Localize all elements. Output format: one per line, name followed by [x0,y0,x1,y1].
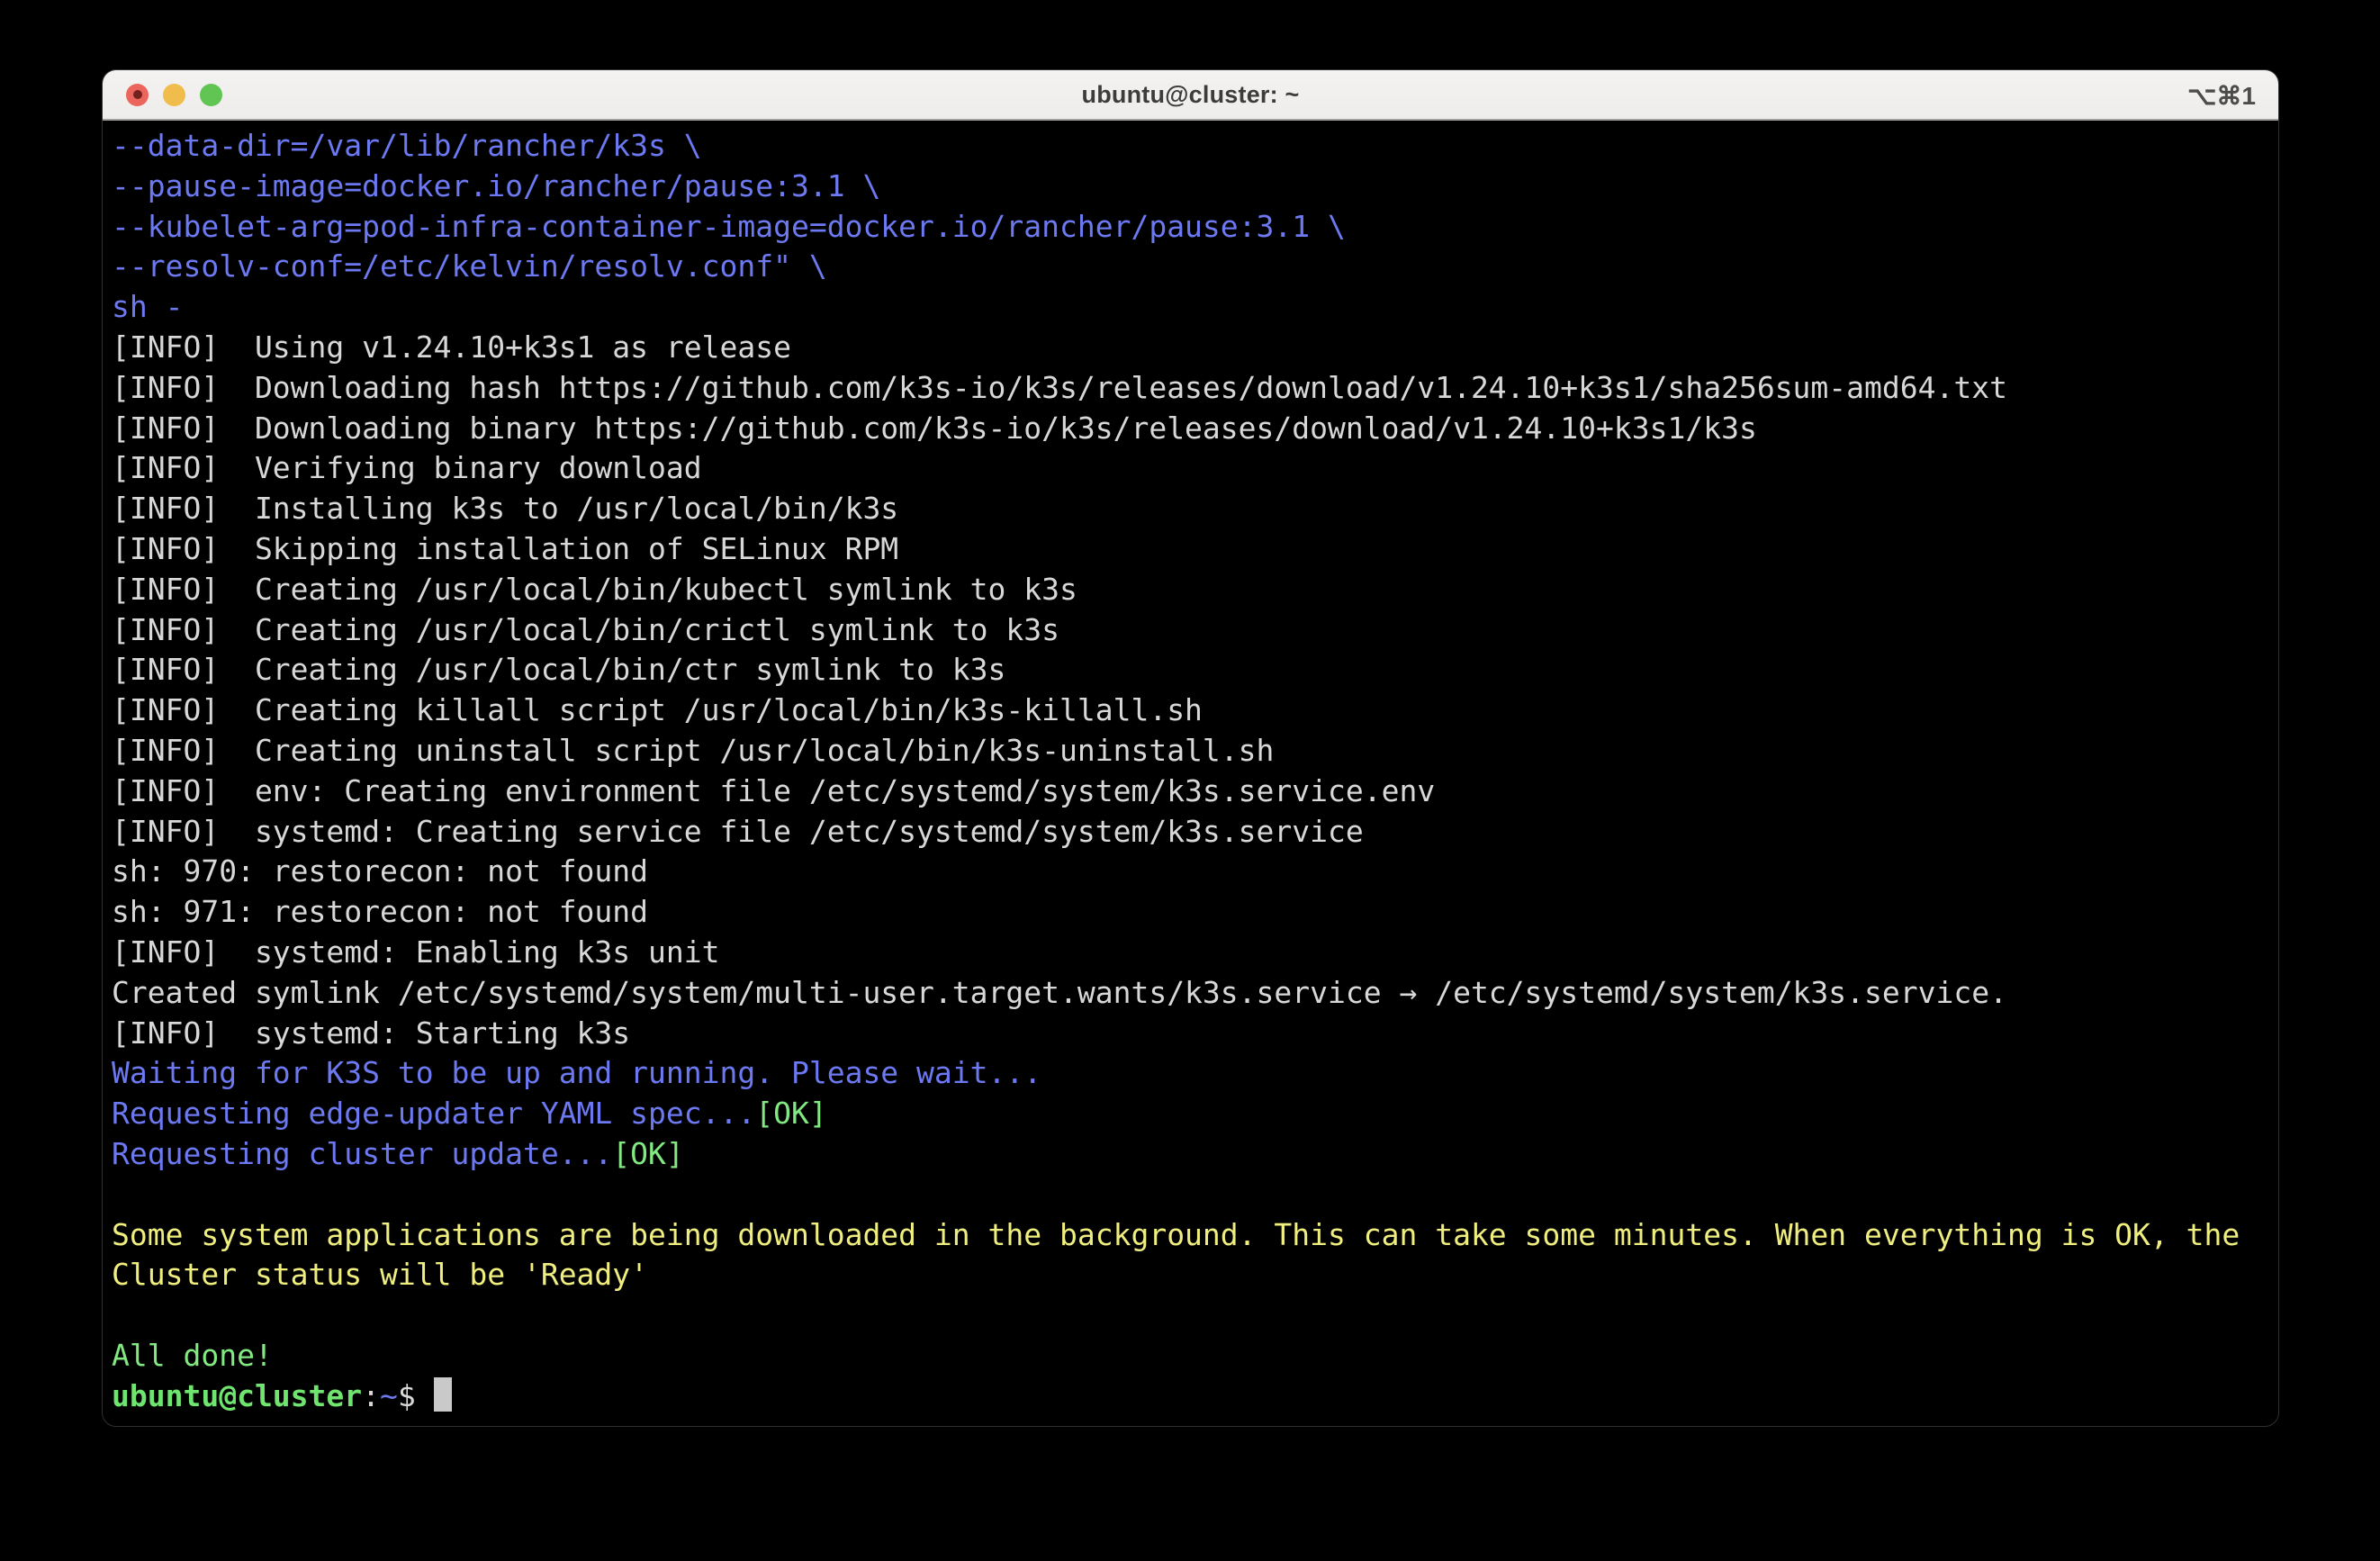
terminal-line: [INFO] Using v1.24.10+k3s1 as release [112,328,2269,368]
terminal-line: [INFO] env: Creating environment file /e… [112,771,2269,812]
terminal-text-segment: [INFO] systemd: Creating service file /e… [112,814,1364,849]
terminal-line: ubuntu@cluster:~$ [112,1376,2269,1417]
terminal-cursor [434,1377,452,1412]
terminal-text-segment: Created symlink /etc/systemd/system/mult… [112,975,2007,1010]
terminal-text-segment: [INFO] Verifying binary download [112,450,702,485]
terminal-line: --data-dir=/var/lib/rancher/k3s \ [112,126,2269,167]
terminal-text-segment: [OK] [612,1136,683,1171]
terminal-line: --kubelet-arg=pod-infra-container-image=… [112,207,2269,248]
terminal-text-segment: --resolv-conf=/etc/kelvin/resolv.conf" \ [112,248,827,284]
terminal-text-segment: Waiting for K3S to be up and running. Pl… [112,1055,1041,1090]
terminal-line: [INFO] Creating /usr/local/bin/kubectl s… [112,570,2269,610]
terminal-text-segment: [INFO] Using v1.24.10+k3s1 as release [112,329,791,365]
terminal-text-segment: --data-dir=/var/lib/rancher/k3s \ [112,128,702,163]
terminal-line: Some system applications are being downl… [112,1215,2269,1256]
terminal-line: sh: 970: restorecon: not found [112,852,2269,892]
terminal-text-segment: [INFO] Skipping installation of SELinux … [112,531,898,566]
terminal-line: Cluster status will be 'Ready' [112,1255,2269,1295]
titlebar[interactable]: ubuntu@cluster: ~ ⌥⌘1 [103,70,2278,121]
terminal-line: [INFO] Creating killall script /usr/loca… [112,690,2269,731]
terminal-text-segment: [INFO] Creating uninstall script /usr/lo… [112,733,1274,768]
terminal-line [112,1175,2269,1215]
terminal-line: [INFO] systemd: Enabling k3s unit [112,933,2269,973]
terminal-text-segment: ~ [380,1378,398,1413]
terminal-line: Waiting for K3S to be up and running. Pl… [112,1053,2269,1094]
terminal-line: [INFO] Installing k3s to /usr/local/bin/… [112,489,2269,529]
terminal-line: [INFO] systemd: Starting k3s [112,1014,2269,1054]
terminal-text-segment: --kubelet-arg=pod-infra-container-image=… [112,209,1346,244]
terminal-text-segment: [INFO] Creating /usr/local/bin/ctr symli… [112,652,1005,687]
terminal-output[interactable]: --data-dir=/var/lib/rancher/k3s \ --pause… [103,121,2278,1422]
terminal-text-segment: --pause-image=docker.io/rancher/pause:3.… [112,168,880,203]
terminal-text-segment: sh - [112,289,183,324]
terminal-line: [INFO] Skipping installation of SELinux … [112,529,2269,570]
terminal-text-segment: All done! [112,1338,273,1373]
terminal-line: --resolv-conf=/etc/kelvin/resolv.conf" \ [112,247,2269,287]
terminal-line: [INFO] Verifying binary download [112,448,2269,489]
terminal-text-segment: sh: 971: restorecon: not found [112,894,648,929]
terminal-text-segment: [INFO] Downloading hash https://github.c… [112,370,2007,405]
terminal-window: ubuntu@cluster: ~ ⌥⌘1 --data-dir=/var/li… [102,69,2279,1427]
terminal-line: [INFO] Creating uninstall script /usr/lo… [112,731,2269,771]
desktop-background: ubuntu@cluster: ~ ⌥⌘1 --data-dir=/var/li… [0,0,2380,1561]
terminal-text-segment: [INFO] Creating /usr/local/bin/crictl sy… [112,612,1059,647]
terminal-text-segment: : [362,1378,380,1413]
keyboard-shortcut-badge: ⌥⌘1 [2187,70,2256,121]
terminal-text-segment: [INFO] Creating killall script /usr/loca… [112,692,1203,727]
terminal-text-segment: [INFO] Creating /usr/local/bin/kubectl s… [112,572,1077,607]
terminal-line: --pause-image=docker.io/rancher/pause:3.… [112,167,2269,207]
terminal-text-segment: Cluster status will be 'Ready' [112,1257,648,1292]
terminal-text-segment: Requesting edge-updater YAML spec... [112,1096,755,1131]
terminal-text-segment: sh: 970: restorecon: not found [112,853,648,889]
terminal-text-segment: Some system applications are being downl… [112,1217,2240,1252]
terminal-line: Requesting cluster update...[OK] [112,1134,2269,1175]
terminal-line: [INFO] Downloading binary https://github… [112,409,2269,449]
terminal-text-segment: [INFO] Downloading binary https://github… [112,411,1757,446]
terminal-line: Requesting edge-updater YAML spec...[OK] [112,1094,2269,1134]
terminal-line: sh - [112,287,2269,328]
terminal-line [112,1295,2269,1336]
terminal-line: [INFO] systemd: Creating service file /e… [112,812,2269,853]
terminal-line: All done! [112,1336,2269,1376]
window-title: ubuntu@cluster: ~ [103,69,2278,120]
terminal-line: Created symlink /etc/systemd/system/mult… [112,973,2269,1014]
terminal-text-segment: [INFO] env: Creating environment file /e… [112,773,1435,808]
terminal-text-segment: Requesting cluster update... [112,1136,612,1171]
terminal-text-segment: [INFO] Installing k3s to /usr/local/bin/… [112,491,898,526]
terminal-text-segment: [INFO] systemd: Enabling k3s unit [112,934,720,970]
terminal-text-segment: $ [398,1378,434,1413]
terminal-text-segment: ubuntu@cluster [112,1378,362,1413]
terminal-line: [INFO] Creating /usr/local/bin/ctr symli… [112,650,2269,690]
terminal-text-segment: [OK] [755,1096,826,1131]
terminal-line: [INFO] Creating /usr/local/bin/crictl sy… [112,610,2269,651]
terminal-line: [INFO] Downloading hash https://github.c… [112,368,2269,409]
terminal-text-segment: [INFO] systemd: Starting k3s [112,1015,630,1051]
terminal-line: sh: 971: restorecon: not found [112,892,2269,933]
